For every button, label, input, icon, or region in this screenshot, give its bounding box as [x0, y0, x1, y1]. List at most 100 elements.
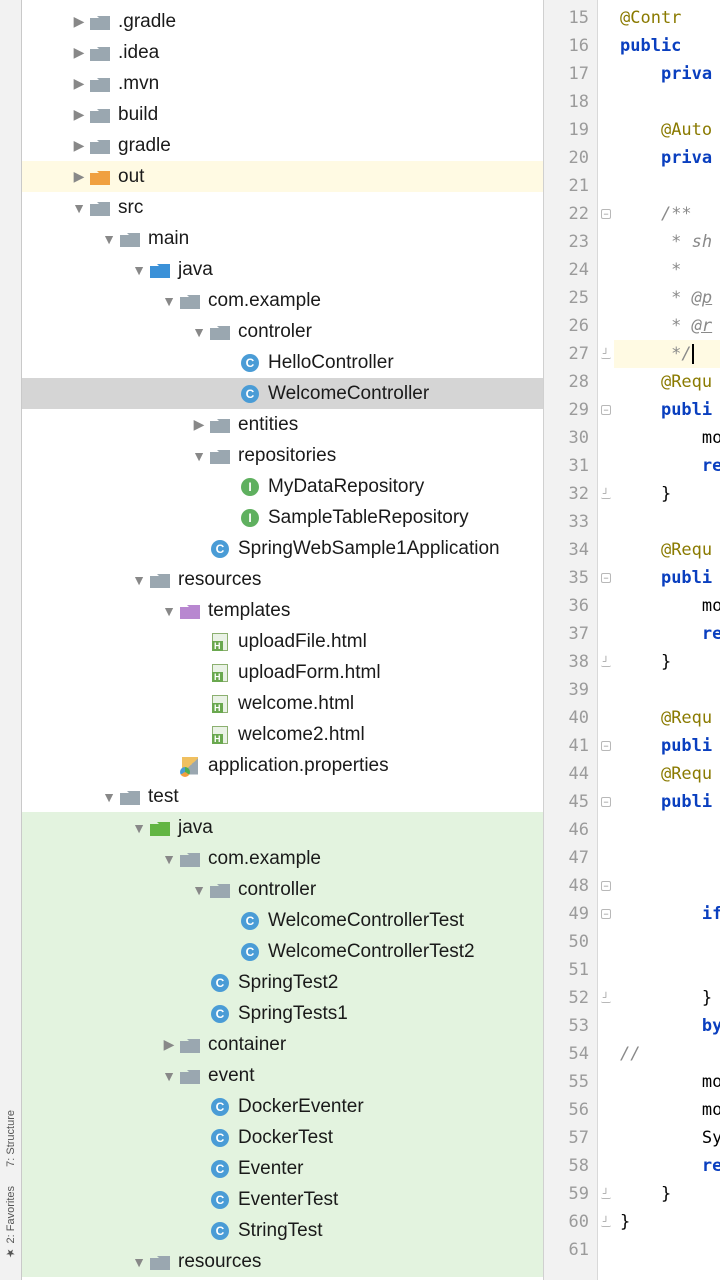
chevron-right-icon[interactable]: ▶: [70, 75, 88, 92]
fold-marker[interactable]: ┘: [598, 340, 614, 368]
chevron-right-icon[interactable]: ▶: [70, 137, 88, 154]
fold-marker[interactable]: −: [598, 900, 614, 928]
tree-item[interactable]: uploadFile.html: [22, 626, 543, 657]
tree-item[interactable]: CSpringTests1: [22, 998, 543, 1029]
fold-marker[interactable]: ┘: [598, 1180, 614, 1208]
chevron-right-icon[interactable]: ▶: [70, 13, 88, 30]
code-line[interactable]: publi: [614, 564, 720, 592]
code-line[interactable]: }: [614, 984, 720, 1012]
tree-item[interactable]: application.properties: [22, 750, 543, 781]
chevron-down-icon[interactable]: ▼: [70, 200, 88, 216]
chevron-down-icon[interactable]: ▼: [160, 603, 178, 619]
chevron-down-icon[interactable]: ▼: [130, 572, 148, 588]
code-line[interactable]: publi: [614, 396, 720, 424]
code-line[interactable]: }: [614, 1208, 720, 1236]
code-line[interactable]: @Requ: [614, 760, 720, 788]
code-line[interactable]: * sh: [614, 228, 720, 256]
code-line[interactable]: [614, 172, 720, 200]
code-line[interactable]: */: [614, 340, 720, 368]
code-line[interactable]: [614, 872, 720, 900]
fold-marker[interactable]: −: [598, 732, 614, 760]
chevron-down-icon[interactable]: ▼: [130, 1254, 148, 1270]
chevron-down-icon[interactable]: ▼: [130, 262, 148, 278]
fold-column[interactable]: −┘−┘−┘−−−−┘┘┘: [598, 0, 614, 1280]
chevron-down-icon[interactable]: ▼: [100, 789, 118, 805]
code-line[interactable]: /**: [614, 200, 720, 228]
fold-marker[interactable]: ┘: [598, 648, 614, 676]
code-line[interactable]: @Requ: [614, 536, 720, 564]
fold-marker[interactable]: ┘: [598, 1208, 614, 1236]
tree-item[interactable]: ▶build: [22, 99, 543, 130]
tree-item[interactable]: ▼repositories: [22, 440, 543, 471]
code-line[interactable]: mod: [614, 1096, 720, 1124]
code-line[interactable]: ret: [614, 1152, 720, 1180]
tree-item[interactable]: ▼java: [22, 254, 543, 285]
code-editor[interactable]: 1516171819202122232425262728293031323334…: [544, 0, 720, 1280]
code-line[interactable]: [614, 844, 720, 872]
code-line[interactable]: priva: [614, 144, 720, 172]
tree-item[interactable]: welcome2.html: [22, 719, 543, 750]
chevron-down-icon[interactable]: ▼: [160, 851, 178, 867]
tree-item[interactable]: ▼test: [22, 781, 543, 812]
chevron-down-icon[interactable]: ▼: [190, 448, 208, 464]
tree-item[interactable]: ISampleTableRepository: [22, 502, 543, 533]
tree-item[interactable]: ▼com.example: [22, 285, 543, 316]
code-line[interactable]: publi: [614, 732, 720, 760]
tree-item[interactable]: ▼main: [22, 223, 543, 254]
tree-item[interactable]: ▼resources: [22, 564, 543, 595]
code-line[interactable]: r: [614, 956, 720, 984]
code-line[interactable]: @Requ: [614, 368, 720, 396]
code-line[interactable]: * @p: [614, 284, 720, 312]
chevron-down-icon[interactable]: ▼: [190, 882, 208, 898]
code-line[interactable]: Sys: [614, 1124, 720, 1152]
code-line[interactable]: priva: [614, 60, 720, 88]
chevron-down-icon[interactable]: ▼: [100, 231, 118, 247]
tree-item[interactable]: ▶out: [22, 161, 543, 192]
tree-item[interactable]: CDockerEventer: [22, 1091, 543, 1122]
fold-marker[interactable]: −: [598, 872, 614, 900]
fold-marker[interactable]: ┘: [598, 984, 614, 1012]
code-line[interactable]: }: [614, 648, 720, 676]
tree-item[interactable]: uploadForm.html: [22, 657, 543, 688]
code-line[interactable]: [614, 1236, 720, 1264]
chevron-down-icon[interactable]: ▼: [160, 1068, 178, 1084]
tree-item[interactable]: welcome.html: [22, 688, 543, 719]
tree-item[interactable]: CSpringWebSample1Application: [22, 533, 543, 564]
fold-marker[interactable]: −: [598, 396, 614, 424]
tree-item[interactable]: CWelcomeControllerTest2: [22, 936, 543, 967]
chevron-down-icon[interactable]: ▼: [130, 820, 148, 836]
tree-item[interactable]: CHelloController: [22, 347, 543, 378]
tree-item[interactable]: ▶entities: [22, 409, 543, 440]
tree-item[interactable]: ▼resources: [22, 1246, 543, 1277]
chevron-right-icon[interactable]: ▶: [70, 44, 88, 61]
code-line[interactable]: [614, 816, 720, 844]
code-line[interactable]: // S: [614, 1040, 720, 1068]
fold-marker[interactable]: −: [598, 564, 614, 592]
chevron-down-icon[interactable]: ▼: [190, 324, 208, 340]
code-line[interactable]: public: [614, 32, 720, 60]
code-line[interactable]: mod: [614, 424, 720, 452]
tree-item[interactable]: ▼src: [22, 192, 543, 223]
code-line[interactable]: ret: [614, 452, 720, 480]
chevron-right-icon[interactable]: ▶: [70, 168, 88, 185]
tree-item[interactable]: ▶.idea: [22, 37, 543, 68]
code-line[interactable]: ret: [614, 620, 720, 648]
tree-item[interactable]: ▶gradle: [22, 130, 543, 161]
tree-item[interactable]: CWelcomeController: [22, 378, 543, 409]
tree-item[interactable]: ▼templates: [22, 595, 543, 626]
chevron-right-icon[interactable]: ▶: [190, 416, 208, 433]
code-line[interactable]: mod: [614, 592, 720, 620]
code-line[interactable]: [614, 88, 720, 116]
code-line[interactable]: *: [614, 256, 720, 284]
tree-item[interactable]: ▼controller: [22, 874, 543, 905]
tree-item[interactable]: ▶container: [22, 1029, 543, 1060]
code-line[interactable]: @Contr: [614, 4, 720, 32]
code-area[interactable]: @Contrpublic priva @Auto priva /** * sh …: [614, 0, 720, 1280]
tree-item[interactable]: ▶.gradle: [22, 6, 543, 37]
fold-marker[interactable]: −: [598, 788, 614, 816]
tree-item[interactable]: CEventer: [22, 1153, 543, 1184]
fold-marker[interactable]: ┘: [598, 480, 614, 508]
code-line[interactable]: [614, 508, 720, 536]
tree-item[interactable]: ▼com.example: [22, 843, 543, 874]
tree-item[interactable]: CDockerTest: [22, 1122, 543, 1153]
